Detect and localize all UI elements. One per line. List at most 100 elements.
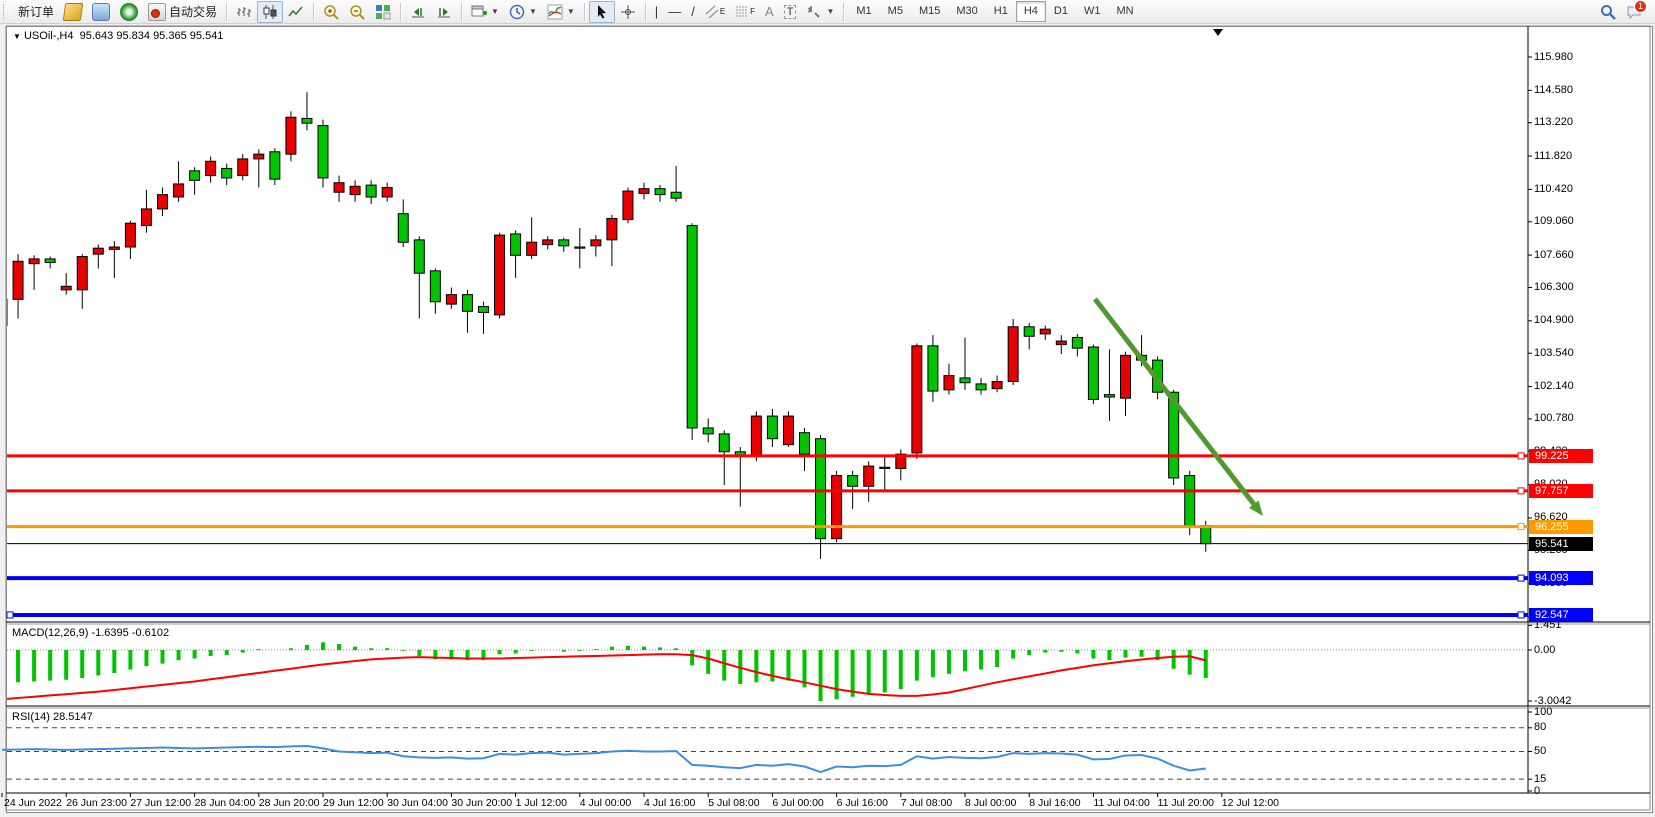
candle[interactable]: [238, 159, 248, 176]
time-axis-label: 11 Jul 04:00: [1093, 797, 1149, 809]
line-handle[interactable]: [1518, 453, 1524, 459]
candle[interactable]: [13, 261, 23, 299]
line-handle[interactable]: [7, 612, 13, 618]
price-tag-92.547[interactable]: 92.547: [1529, 608, 1593, 622]
candlestick-series[interactable]: [0, 92, 1211, 559]
candle[interactable]: [832, 476, 842, 539]
candle[interactable]: [1088, 347, 1098, 399]
price-tag-97.757[interactable]: 97.757: [1529, 484, 1593, 498]
candle[interactable]: [366, 185, 376, 197]
candle[interactable]: [382, 187, 392, 197]
price-tag-95.541[interactable]: 95.541: [1529, 537, 1593, 551]
candle[interactable]: [254, 154, 264, 159]
candle[interactable]: [446, 295, 456, 305]
candle[interactable]: [655, 189, 665, 195]
candle[interactable]: [1072, 337, 1082, 348]
candle[interactable]: [318, 126, 328, 178]
candle[interactable]: [77, 257, 87, 290]
candle[interactable]: [880, 467, 890, 468]
candle[interactable]: [703, 428, 713, 434]
candle[interactable]: [158, 195, 168, 209]
candle[interactable]: [623, 191, 633, 220]
time-axis-label: 12 Jul 12:00: [1222, 797, 1279, 809]
rsi-axis-label: 50: [1534, 745, 1546, 757]
price-tag-94.093[interactable]: 94.093: [1529, 571, 1593, 585]
candle[interactable]: [767, 416, 777, 439]
price-axis-label: 103.540: [1534, 347, 1574, 359]
candle[interactable]: [398, 214, 408, 243]
candle[interactable]: [1056, 341, 1066, 345]
candle[interactable]: [591, 240, 601, 246]
price-axis-label: 109.060: [1534, 215, 1574, 227]
time-axis-label: 30 Jun 04:00: [387, 797, 448, 809]
candle[interactable]: [1201, 526, 1211, 544]
macd-indicator: [2, 642, 1528, 701]
candle[interactable]: [350, 186, 360, 194]
candle[interactable]: [928, 346, 938, 391]
candle[interactable]: [944, 376, 954, 390]
candle[interactable]: [334, 183, 344, 193]
price-tag-96.255[interactable]: 96.255: [1529, 520, 1593, 534]
candle[interactable]: [992, 382, 1002, 389]
candle[interactable]: [302, 118, 312, 123]
candle[interactable]: [559, 240, 569, 246]
candle[interactable]: [206, 161, 216, 175]
chart-shift-marker[interactable]: [1213, 29, 1223, 36]
chart-frame: [6, 26, 1650, 810]
candle[interactable]: [816, 439, 826, 539]
candle[interactable]: [1024, 327, 1034, 337]
line-handle[interactable]: [1518, 488, 1524, 494]
candle[interactable]: [29, 259, 39, 264]
line-handle[interactable]: [1518, 575, 1524, 581]
candle[interactable]: [543, 240, 553, 245]
price-tag-99.225[interactable]: 99.225: [1529, 449, 1593, 463]
candle[interactable]: [976, 384, 986, 390]
time-axis-label: 6 Jul 00:00: [772, 797, 823, 809]
candle[interactable]: [1185, 476, 1195, 526]
candle[interactable]: [93, 248, 103, 254]
low-value: 95.365: [153, 30, 187, 42]
candle[interactable]: [575, 247, 585, 248]
candle[interactable]: [495, 235, 505, 315]
candle[interactable]: [190, 171, 200, 181]
collapse-triangle-icon[interactable]: ▼: [13, 32, 21, 41]
candle[interactable]: [511, 234, 521, 255]
line-handle[interactable]: [1518, 524, 1524, 530]
candle[interactable]: [61, 286, 71, 290]
line-handle[interactable]: [1518, 612, 1524, 618]
candle[interactable]: [141, 209, 151, 226]
candle[interactable]: [864, 466, 874, 486]
price-axis-label: 100.780: [1534, 412, 1574, 424]
candle[interactable]: [751, 416, 761, 455]
time-axis-label: 6 Jul 16:00: [837, 797, 888, 809]
chart-title: ▼ USOil-,H4 95.643 95.834 95.365 95.541: [13, 30, 223, 42]
candle[interactable]: [45, 259, 55, 263]
candle[interactable]: [479, 307, 489, 313]
candle[interactable]: [960, 378, 970, 383]
candle[interactable]: [462, 295, 472, 312]
candle[interactable]: [639, 189, 649, 194]
candle[interactable]: [671, 192, 681, 198]
candle[interactable]: [1040, 329, 1050, 334]
candle[interactable]: [286, 117, 296, 154]
candle[interactable]: [430, 271, 440, 302]
candle[interactable]: [527, 242, 537, 255]
time-axis-label: 8 Jul 16:00: [1029, 797, 1080, 809]
candle[interactable]: [912, 346, 922, 453]
candle[interactable]: [174, 184, 184, 197]
candle[interactable]: [848, 476, 858, 487]
chart-canvas[interactable]: [0, 0, 1655, 817]
candle[interactable]: [687, 226, 697, 428]
candle[interactable]: [800, 433, 810, 454]
candle[interactable]: [1104, 395, 1114, 397]
candle[interactable]: [607, 218, 617, 239]
candle[interactable]: [414, 240, 424, 273]
candle[interactable]: [125, 223, 135, 247]
candle[interactable]: [719, 434, 729, 452]
candle[interactable]: [1008, 327, 1018, 382]
candle[interactable]: [109, 247, 119, 249]
candle[interactable]: [270, 152, 280, 179]
candle[interactable]: [222, 168, 232, 178]
candle[interactable]: [783, 416, 793, 445]
candle[interactable]: [1121, 355, 1131, 398]
